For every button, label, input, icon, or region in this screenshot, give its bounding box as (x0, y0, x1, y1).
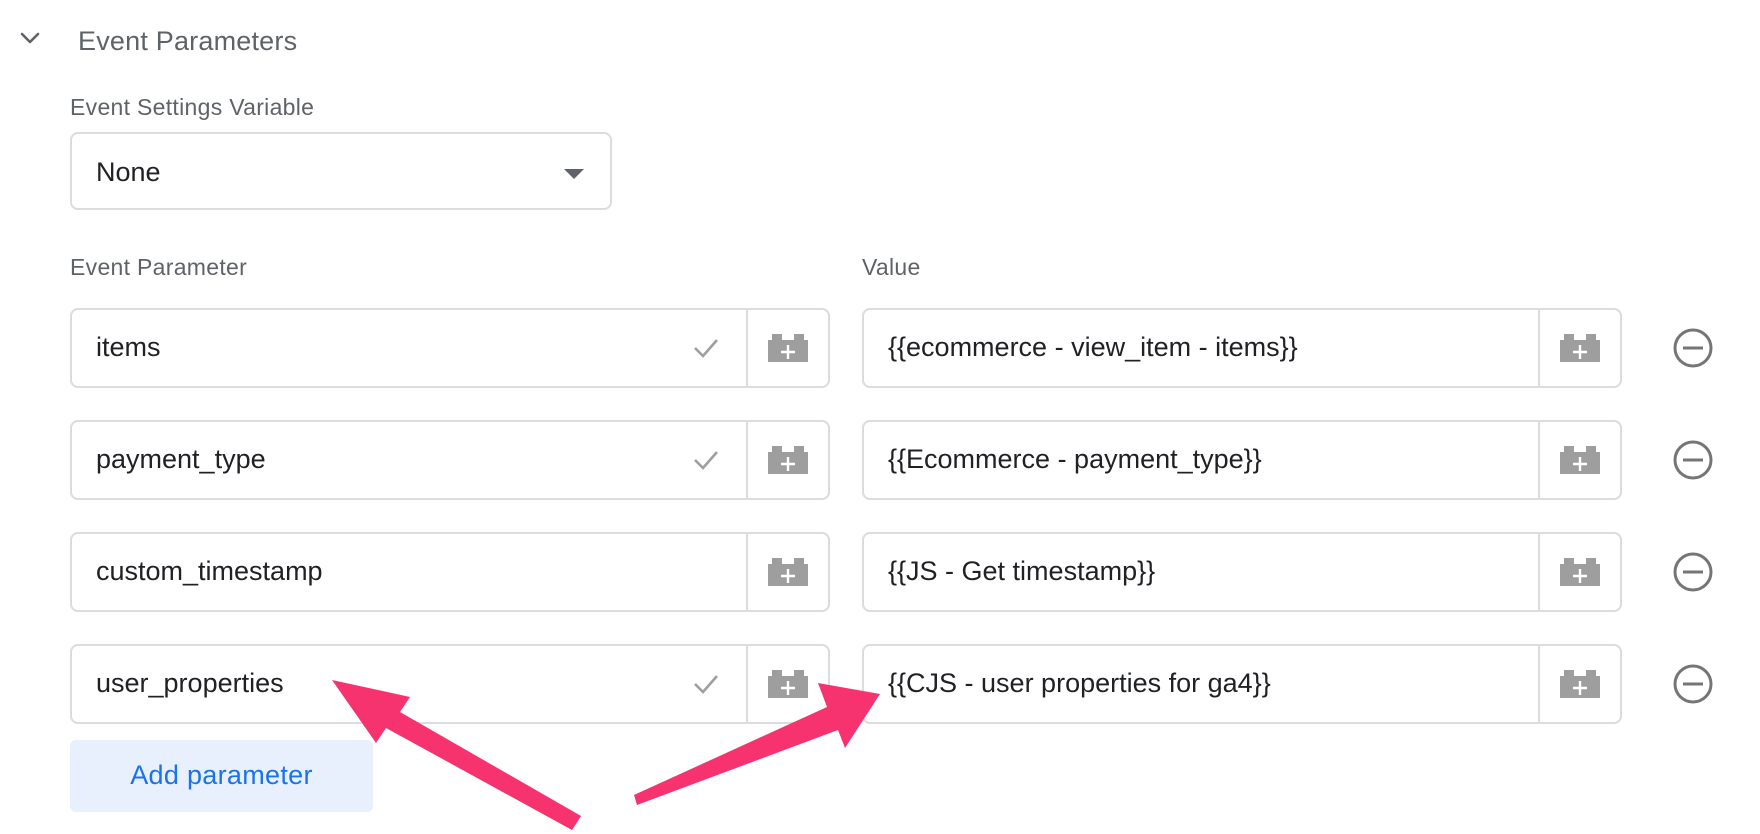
variable-block-icon (768, 670, 808, 698)
remove-row-icon[interactable] (1672, 439, 1714, 481)
column-label-parameter: Event Parameter (70, 254, 248, 280)
remove-row-icon[interactable] (1672, 663, 1714, 705)
insert-variable-button[interactable] (746, 534, 828, 610)
parameter-name-text: items (96, 332, 161, 362)
parameter-value-field[interactable]: {{ecommerce - view_item - items}} (862, 308, 1622, 388)
settings-variable-label: Event Settings Variable (70, 94, 315, 120)
insert-variable-button[interactable] (746, 310, 828, 386)
add-parameter-button[interactable]: Add parameter (70, 740, 373, 812)
settings-variable-dropdown[interactable]: None (70, 132, 612, 210)
insert-variable-button[interactable] (1538, 534, 1620, 610)
section-title: Event Parameters (78, 26, 298, 56)
section-header[interactable]: Event Parameters (0, 14, 700, 68)
parameter-name-text: payment_type (96, 444, 266, 474)
check-icon (694, 451, 718, 470)
parameter-value-field[interactable]: {{JS - Get timestamp}} (862, 532, 1622, 612)
variable-block-icon (1560, 670, 1600, 698)
column-label-value: Value (862, 254, 921, 280)
insert-variable-button[interactable] (1538, 310, 1620, 386)
variable-block-icon (1560, 446, 1600, 474)
parameter-value-text: {{JS - Get timestamp}} (888, 556, 1156, 586)
remove-row-icon[interactable] (1672, 551, 1714, 593)
insert-variable-button[interactable] (746, 422, 828, 498)
insert-variable-button[interactable] (1538, 646, 1620, 722)
parameter-name-field[interactable]: payment_type (70, 420, 830, 500)
parameter-value-field[interactable]: {{Ecommerce - payment_type}} (862, 420, 1622, 500)
variable-block-icon (768, 558, 808, 586)
variable-block-icon (1560, 334, 1600, 362)
dropdown-caret-icon (564, 169, 584, 179)
variable-block-icon (768, 446, 808, 474)
chevron-down-icon[interactable] (18, 26, 42, 50)
remove-row-icon[interactable] (1672, 327, 1714, 369)
settings-variable-value: None (96, 157, 161, 187)
add-parameter-label: Add parameter (130, 760, 313, 790)
parameter-name-text: user_properties (96, 668, 284, 698)
insert-variable-button[interactable] (746, 646, 828, 722)
parameter-value-text: {{Ecommerce - payment_type}} (888, 444, 1262, 474)
insert-variable-button[interactable] (1538, 422, 1620, 498)
parameter-value-text: {{CJS - user properties for ga4}} (888, 668, 1271, 698)
variable-block-icon (768, 334, 808, 362)
check-icon (694, 339, 718, 358)
parameter-name-text: custom_timestamp (96, 556, 323, 586)
check-icon (694, 675, 718, 694)
parameter-value-field[interactable]: {{CJS - user properties for ga4}} (862, 644, 1622, 724)
parameter-name-field[interactable]: items (70, 308, 830, 388)
parameter-value-text: {{ecommerce - view_item - items}} (888, 332, 1298, 362)
parameter-name-field[interactable]: custom_timestamp (70, 532, 830, 612)
parameter-name-field[interactable]: user_properties (70, 644, 830, 724)
variable-block-icon (1560, 558, 1600, 586)
